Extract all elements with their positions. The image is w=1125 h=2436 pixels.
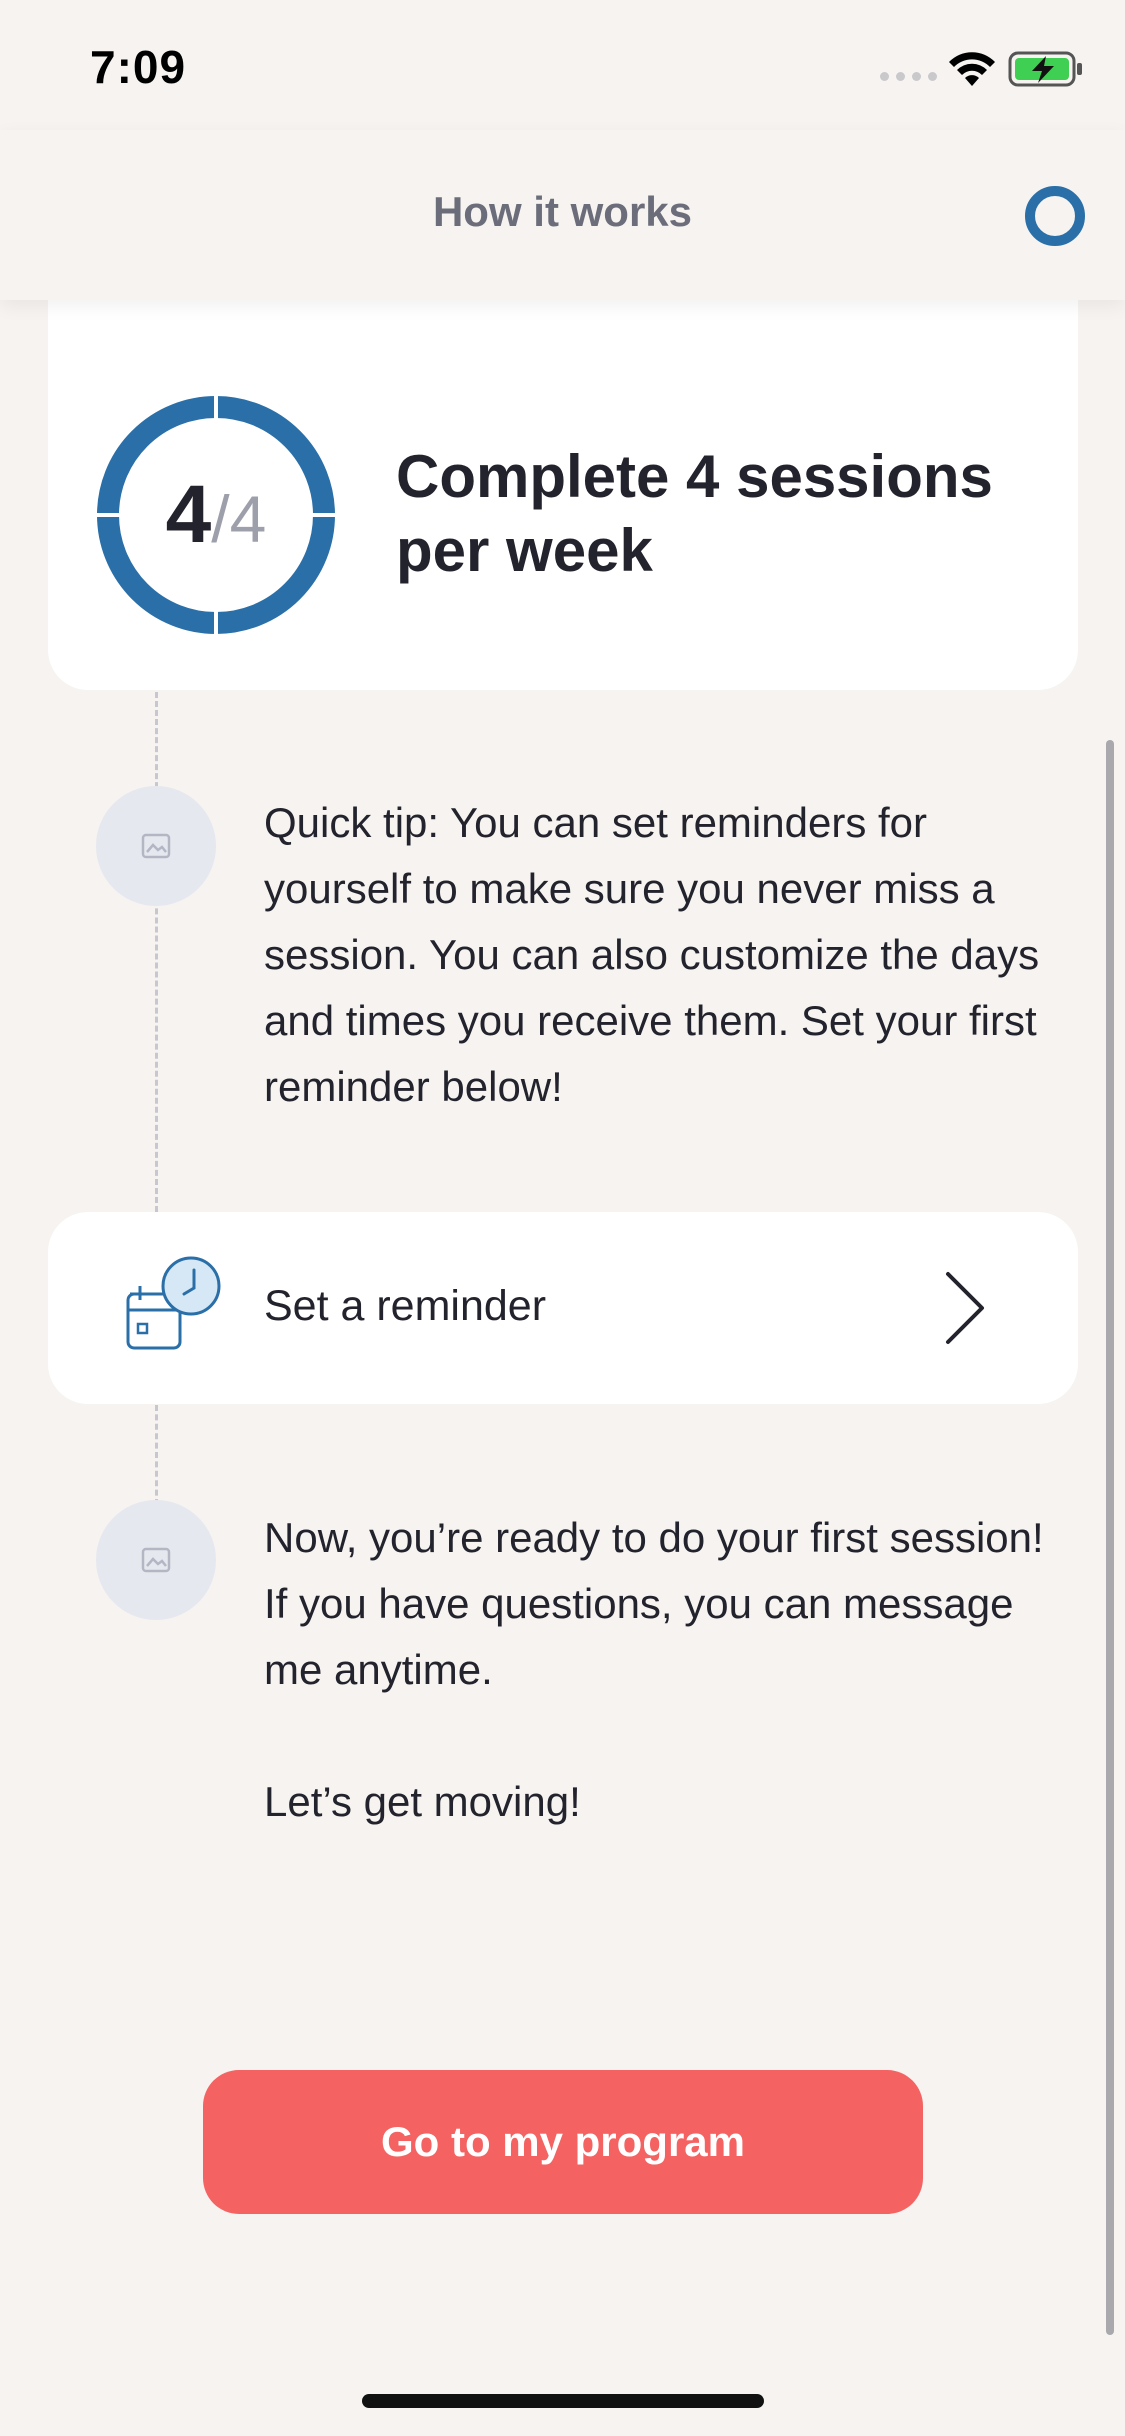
coach-avatar [96,1500,216,1620]
image-placeholder-icon [141,833,171,859]
ready-message-closing: Let’s get moving! [264,1778,581,1825]
battery-charging-icon [1008,51,1082,87]
sessions-total: /4 [211,482,267,556]
nav-bar: How it works [0,130,1125,300]
timeline-connector [155,692,158,1212]
set-reminder-card[interactable]: Set a reminder [48,1212,1078,1404]
progress-ring-icon[interactable] [1025,186,1085,246]
sessions-completed: 4 [165,469,212,560]
image-placeholder-icon [141,1547,171,1573]
cellular-signal-icon [880,72,937,81]
scrollbar[interactable] [1106,740,1114,2335]
status-bar: 7:09 [0,0,1125,130]
page-title: How it works [432,188,693,235]
go-to-program-button[interactable]: Go to my program [203,2070,923,2214]
session-count: 4/4 [96,468,336,562]
chevron-right-icon [946,1272,984,1344]
home-indicator[interactable] [362,2394,764,2408]
set-reminder-label: Set a reminder [264,1282,547,1330]
timeline-connector [155,1405,158,1505]
ready-message: Now, you’re ready to do your first sessi… [264,1505,1064,1835]
coach-avatar [96,786,216,906]
calendar-clock-icon [126,1256,221,1350]
goal-title: Complete 4 sessions per week [396,443,993,584]
ready-message-body: Now, you’re ready to do your first sessi… [264,1514,1044,1693]
status-time: 7:09 [90,41,187,93]
tip-message: Quick tip: You can set reminders for you… [264,799,1040,1110]
wifi-icon [949,52,995,86]
